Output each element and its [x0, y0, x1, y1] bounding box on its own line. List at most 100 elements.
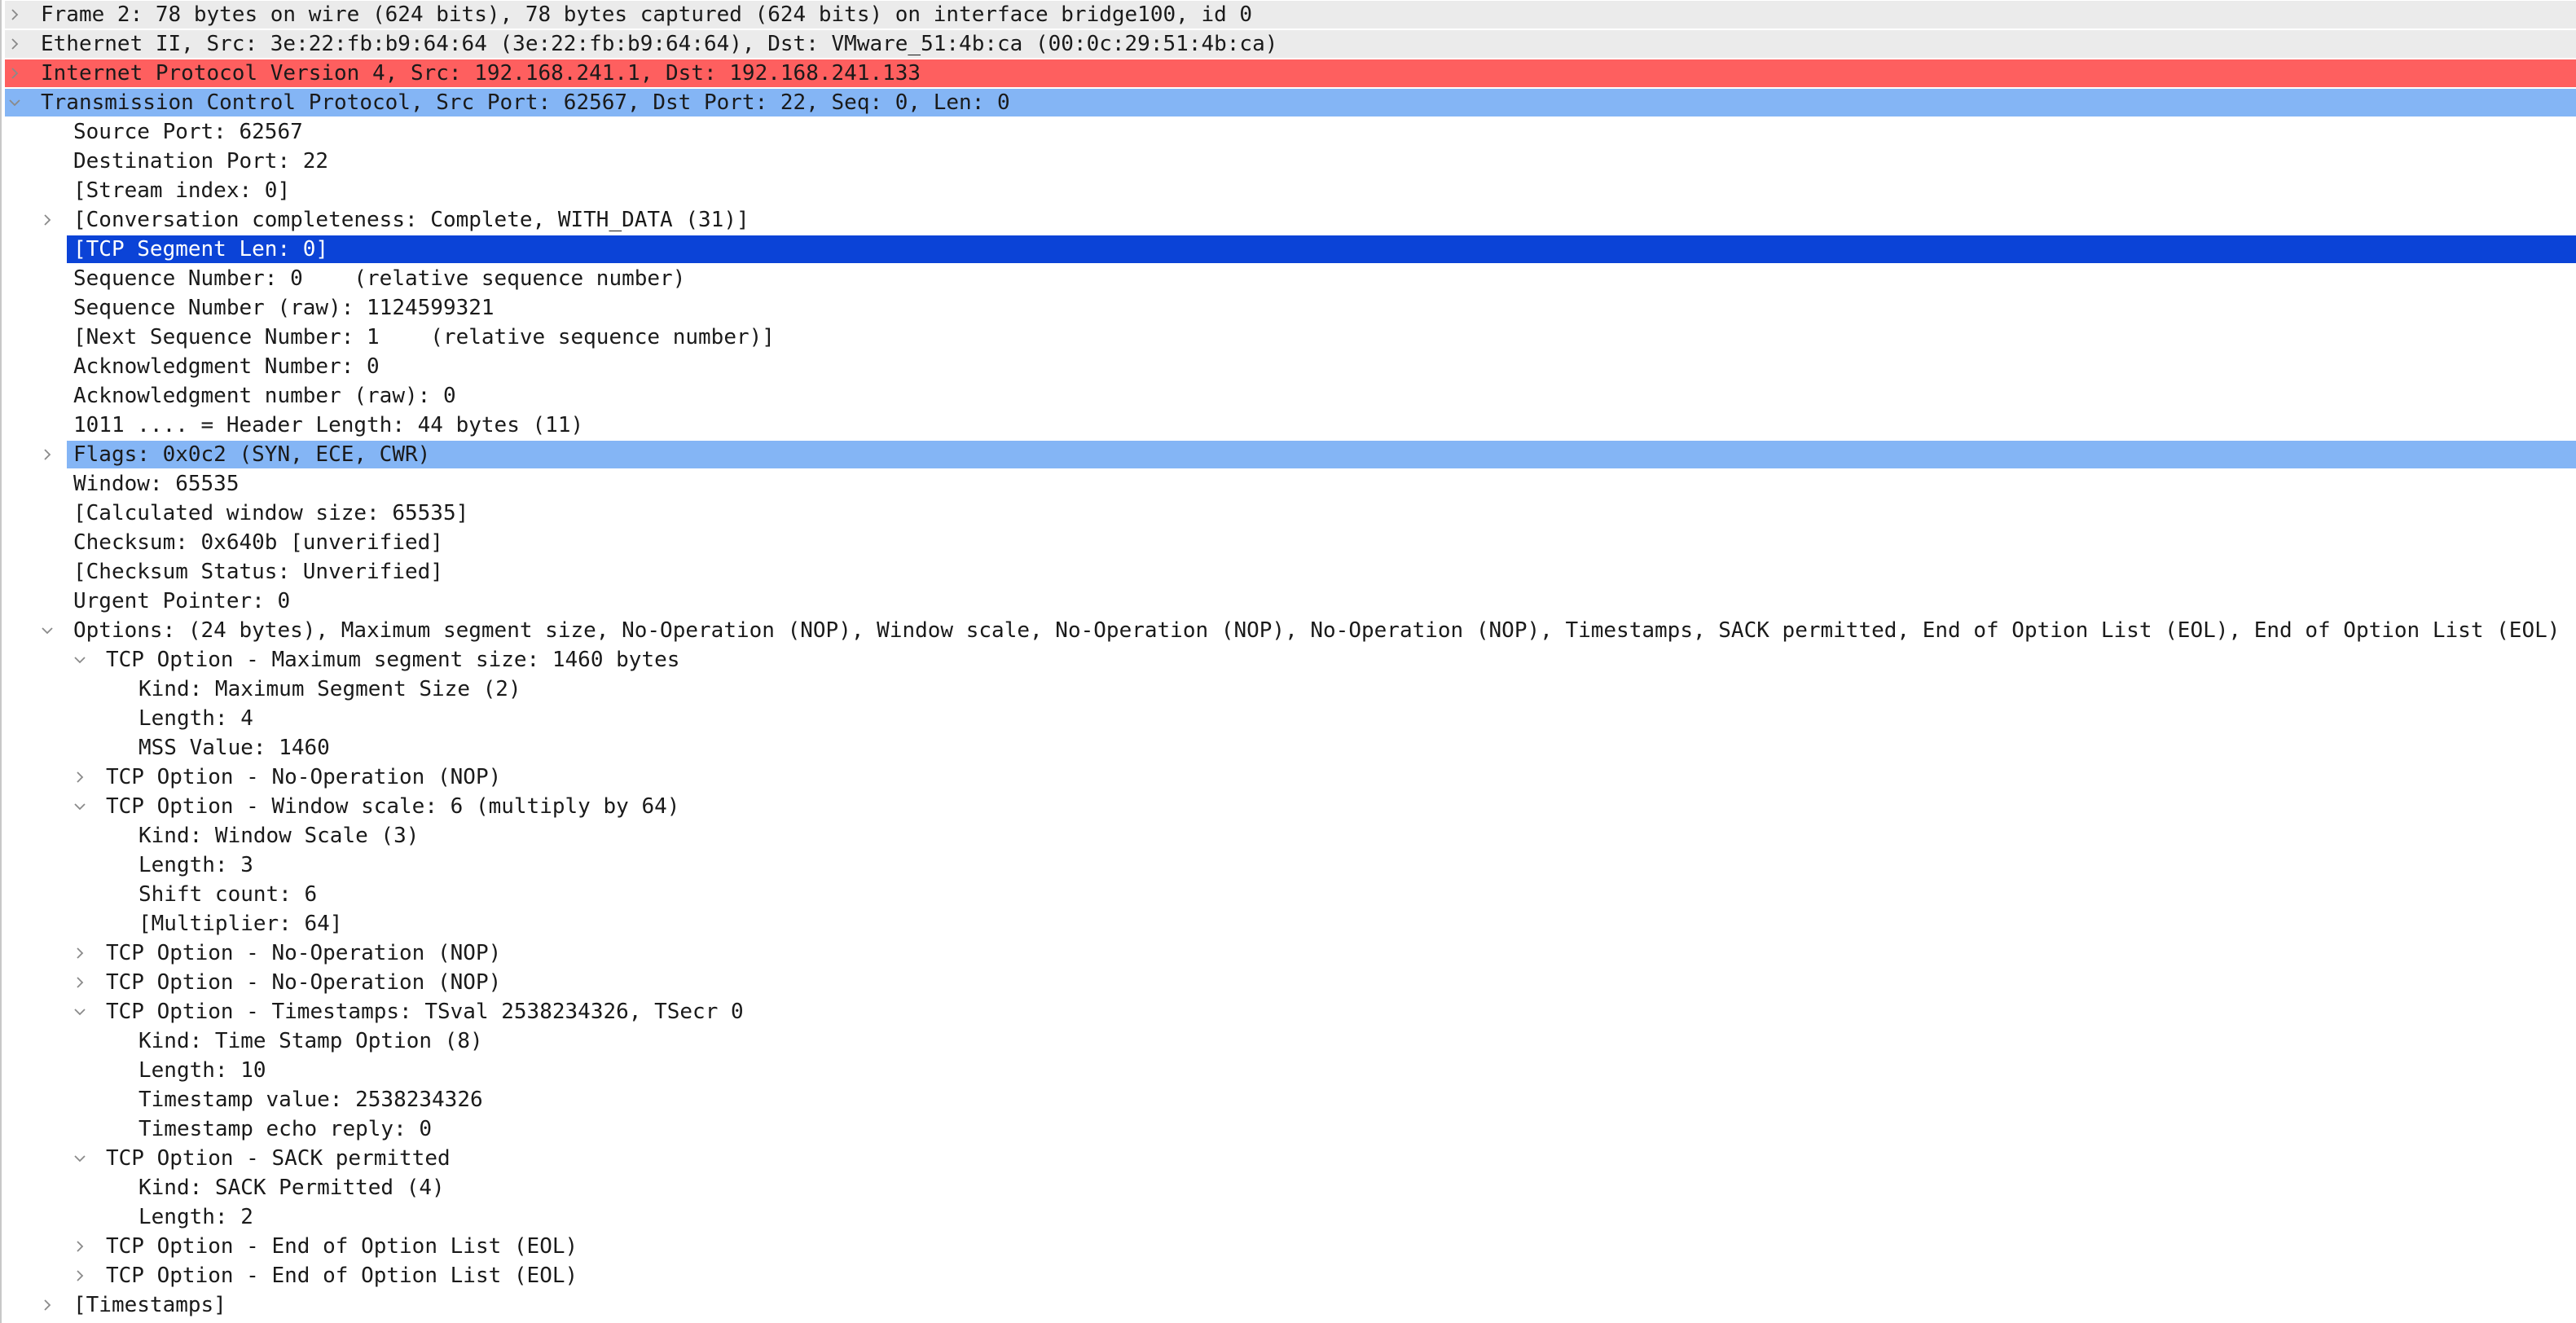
- tree-row[interactable]: TCP Option - Timestamps: TSval 253823432…: [2, 997, 2576, 1026]
- tree-row[interactable]: TCP Option - End of Option List (EOL): [2, 1261, 2576, 1290]
- tree-row[interactable]: [Calculated window size: 65535]: [2, 499, 2576, 528]
- tree-row[interactable]: Acknowledgment Number: 0: [2, 352, 2576, 381]
- tree-row[interactable]: [Next Sequence Number: 1 (relative seque…: [2, 323, 2576, 352]
- tree-row-label: Timestamp value: 2538234326: [138, 1088, 483, 1112]
- chevron-down-icon[interactable]: [5, 88, 24, 117]
- tree-row-label: TCP Option - No-Operation (NOP): [106, 765, 502, 789]
- tree-row-label: Length: 3: [138, 853, 253, 877]
- tree-row[interactable]: Timestamp echo reply: 0: [2, 1114, 2576, 1144]
- tree-row[interactable]: Urgent Pointer: 0: [2, 587, 2576, 616]
- tree-row-label: Length: 10: [138, 1058, 266, 1083]
- tree-row[interactable]: TCP Option - No-Operation (NOP): [2, 763, 2576, 792]
- tree-row[interactable]: Length: 4: [2, 704, 2576, 733]
- tree-row-label: TCP Option - Window scale: 6 (multiply b…: [106, 794, 680, 819]
- tree-row[interactable]: Checksum: 0x640b [unverified]: [2, 528, 2576, 557]
- chevron-right-icon[interactable]: [5, 29, 24, 59]
- tree-row-label: [Stream index: 0]: [73, 178, 291, 203]
- tree-row[interactable]: Transmission Control Protocol, Src Port:…: [2, 88, 2576, 117]
- tree-row-label: Timestamp echo reply: 0: [138, 1117, 433, 1141]
- tree-row[interactable]: Kind: Time Stamp Option (8): [2, 1026, 2576, 1056]
- tree-row[interactable]: TCP Option - SACK permitted: [2, 1144, 2576, 1173]
- tree-row[interactable]: TCP Option - No-Operation (NOP): [2, 938, 2576, 968]
- tree-row-label: Kind: SACK Permitted (4): [138, 1176, 445, 1200]
- chevron-down-icon[interactable]: [37, 616, 57, 645]
- chevron-right-icon[interactable]: [70, 1232, 90, 1261]
- tree-row-label: Window: 65535: [73, 472, 240, 496]
- tree-row-label: Destination Port: 22: [73, 149, 329, 174]
- tree-row[interactable]: [Multiplier: 64]: [2, 909, 2576, 938]
- tree-row-label: Ethernet II, Src: 3e:22:fb:b9:64:64 (3e:…: [41, 32, 1278, 56]
- tree-row-label: Internet Protocol Version 4, Src: 192.16…: [41, 61, 921, 86]
- tree-row[interactable]: TCP Option - Maximum segment size: 1460 …: [2, 645, 2576, 675]
- tree-row[interactable]: MSS Value: 1460: [2, 733, 2576, 763]
- tree-row[interactable]: Length: 2: [2, 1202, 2576, 1232]
- tree-row[interactable]: TCP Option - No-Operation (NOP): [2, 968, 2576, 997]
- tree-row-label: Flags: 0x0c2 (SYN, ECE, CWR): [73, 442, 431, 467]
- chevron-right-icon[interactable]: [37, 205, 57, 235]
- tree-row-label: TCP Option - SACK permitted: [106, 1146, 451, 1171]
- tree-row[interactable]: [TCP Segment Len: 0]: [2, 235, 2576, 264]
- tree-row[interactable]: Destination Port: 22: [2, 147, 2576, 176]
- tree-row-label: [Next Sequence Number: 1 (relative seque…: [73, 325, 775, 349]
- tree-row[interactable]: Flags: 0x0c2 (SYN, ECE, CWR): [2, 440, 2576, 469]
- tree-row-label: [Calculated window size: 65535]: [73, 501, 469, 525]
- tree-row[interactable]: Internet Protocol Version 4, Src: 192.16…: [2, 59, 2576, 88]
- tree-row[interactable]: Length: 3: [2, 850, 2576, 880]
- tree-row[interactable]: Options: (24 bytes), Maximum segment siz…: [2, 616, 2576, 645]
- tree-row[interactable]: Kind: Window Scale (3): [2, 821, 2576, 850]
- tree-row-label: TCP Option - Maximum segment size: 1460 …: [106, 648, 680, 672]
- chevron-right-icon[interactable]: [37, 1290, 57, 1320]
- chevron-right-icon[interactable]: [70, 1261, 90, 1290]
- chevron-down-icon[interactable]: [70, 1144, 90, 1173]
- chevron-down-icon[interactable]: [70, 997, 90, 1026]
- tree-row[interactable]: [Timestamps]: [2, 1290, 2576, 1320]
- tree-row[interactable]: TCP Option - End of Option List (EOL): [2, 1232, 2576, 1261]
- protocol-color-highlight: [67, 441, 2576, 468]
- tree-row[interactable]: Timestamp value: 2538234326: [2, 1085, 2576, 1114]
- tree-row-label: Source Port: 62567: [73, 120, 303, 144]
- chevron-down-icon[interactable]: [70, 645, 90, 675]
- tree-row-label: TCP Option - No-Operation (NOP): [106, 970, 502, 995]
- tree-row[interactable]: TCP Option - Window scale: 6 (multiply b…: [2, 792, 2576, 821]
- tree-row-label: Checksum: 0x640b [unverified]: [73, 530, 443, 555]
- tree-row-label: MSS Value: 1460: [138, 736, 330, 760]
- tree-row[interactable]: Ethernet II, Src: 3e:22:fb:b9:64:64 (3e:…: [2, 29, 2576, 59]
- tree-row[interactable]: Length: 10: [2, 1056, 2576, 1085]
- tree-row[interactable]: Acknowledgment number (raw): 0: [2, 381, 2576, 411]
- tree-row[interactable]: [Conversation completeness: Complete, WI…: [2, 205, 2576, 235]
- tree-row-label: [Conversation completeness: Complete, WI…: [73, 208, 750, 232]
- tree-row[interactable]: Frame 2: 78 bytes on wire (624 bits), 78…: [2, 0, 2576, 29]
- tree-row[interactable]: Kind: SACK Permitted (4): [2, 1173, 2576, 1202]
- chevron-right-icon[interactable]: [5, 0, 24, 29]
- chevron-down-icon[interactable]: [70, 792, 90, 821]
- tree-row[interactable]: Shift count: 6: [2, 880, 2576, 909]
- tree-row[interactable]: [Checksum Status: Unverified]: [2, 557, 2576, 587]
- chevron-right-icon[interactable]: [37, 440, 57, 469]
- tree-row[interactable]: Kind: Maximum Segment Size (2): [2, 675, 2576, 704]
- tree-row[interactable]: Source Port: 62567: [2, 117, 2576, 147]
- packet-details-tree[interactable]: Frame 2: 78 bytes on wire (624 bits), 78…: [0, 0, 2576, 1323]
- selection-highlight: [67, 235, 2576, 263]
- tree-row[interactable]: Window: 65535: [2, 469, 2576, 499]
- tree-row-label: Sequence Number (raw): 1124599321: [73, 296, 495, 320]
- tree-row-label: Acknowledgment Number: 0: [73, 354, 380, 379]
- tree-row-label: Kind: Maximum Segment Size (2): [138, 677, 521, 701]
- chevron-right-icon[interactable]: [70, 938, 90, 968]
- tree-row[interactable]: Sequence Number: 0 (relative sequence nu…: [2, 264, 2576, 293]
- chevron-right-icon[interactable]: [5, 59, 24, 88]
- tree-row-label: [Checksum Status: Unverified]: [73, 560, 443, 584]
- tree-row[interactable]: [Stream index: 0]: [2, 176, 2576, 205]
- tree-row-label: [Multiplier: 64]: [138, 912, 343, 936]
- tree-row-label: Options: (24 bytes), Maximum segment siz…: [73, 618, 2561, 643]
- tree-row-label: TCP Option - No-Operation (NOP): [106, 941, 502, 965]
- tree-row-label: [TCP Segment Len: 0]: [73, 237, 329, 262]
- chevron-right-icon[interactable]: [70, 763, 90, 792]
- tree-row[interactable]: 1011 .... = Header Length: 44 bytes (11): [2, 411, 2576, 440]
- tree-row-label: Sequence Number: 0 (relative sequence nu…: [73, 266, 686, 291]
- tree-row-label: Frame 2: 78 bytes on wire (624 bits), 78…: [41, 2, 1253, 27]
- tree-row-label: Kind: Window Scale (3): [138, 824, 420, 848]
- chevron-right-icon[interactable]: [70, 968, 90, 997]
- tree-row-label: TCP Option - End of Option List (EOL): [106, 1264, 578, 1288]
- tree-row-label: [Timestamps]: [73, 1293, 226, 1317]
- tree-row[interactable]: Sequence Number (raw): 1124599321: [2, 293, 2576, 323]
